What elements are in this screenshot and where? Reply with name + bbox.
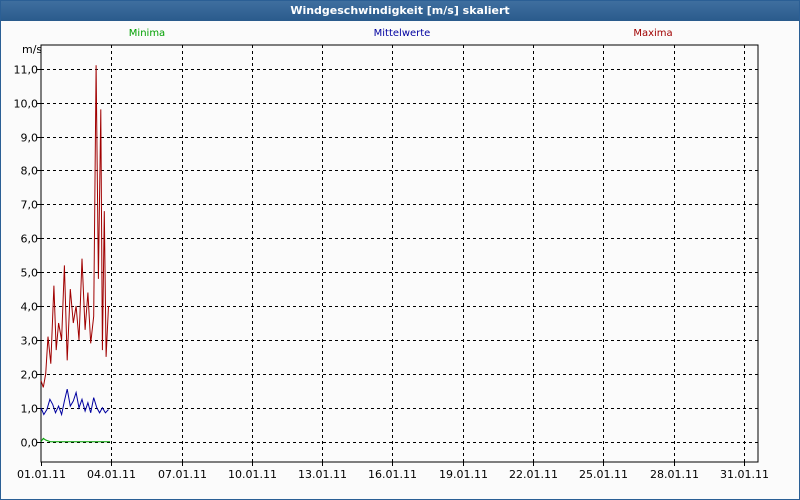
y-tick-label: 7,0 bbox=[21, 199, 39, 212]
legend-mittelwerte: Mittelwerte bbox=[374, 28, 431, 39]
x-tick-label: 19.01.11 bbox=[439, 468, 488, 481]
x-tick-label: 04.01.11 bbox=[87, 468, 136, 481]
y-tick-label: 4,0 bbox=[21, 301, 39, 314]
chart-title: Windgeschwindigkeit [m/s] skaliert bbox=[1, 1, 799, 21]
x-tick-label: 16.01.11 bbox=[368, 468, 417, 481]
series-line-maxima bbox=[40, 65, 109, 388]
series-lines bbox=[40, 65, 111, 443]
x-tick-label: 28.01.11 bbox=[650, 468, 699, 481]
series-line-minima bbox=[40, 437, 111, 443]
y-tick-label: 9,0 bbox=[21, 132, 39, 145]
y-tick-label: 8,0 bbox=[21, 165, 39, 178]
plot-area bbox=[40, 44, 759, 463]
x-tick-label: 25.01.11 bbox=[579, 468, 628, 481]
y-tick-label: 1,0 bbox=[21, 403, 39, 416]
legend: Minima Mittelwerte Maxima bbox=[129, 28, 673, 39]
y-tick-label: 3,0 bbox=[21, 335, 39, 348]
y-tick-label: 0,0 bbox=[21, 437, 39, 450]
y-axis-label: m/s bbox=[22, 43, 42, 56]
y-tick-label: 5,0 bbox=[21, 267, 39, 280]
x-tick-label: 31.01.11 bbox=[720, 468, 769, 481]
y-tick-label: 2,0 bbox=[21, 369, 39, 382]
x-tick-label: 13.01.11 bbox=[298, 468, 347, 481]
x-tick-label: 22.01.11 bbox=[509, 468, 558, 481]
x-tick-label: 01.01.11 bbox=[17, 468, 66, 481]
chart-window: Windgeschwindigkeit [m/s] skaliert 0,0 1,… bbox=[0, 0, 800, 500]
chart-canvas: 0,0 1,0 2,0 3,0 4,0 5,0 6,0 7,0 8,0 9,0 10,0 11,0 01… bbox=[14, 28, 769, 481]
legend-minima: Minima bbox=[129, 28, 165, 39]
y-tick-label: 11,0 bbox=[14, 64, 39, 77]
x-tick-label: 10.01.11 bbox=[228, 468, 277, 481]
legend-maxima: Maxima bbox=[633, 28, 672, 39]
y-tick-label: 10,0 bbox=[14, 98, 39, 111]
y-tick-label: 6,0 bbox=[21, 233, 39, 246]
grid-lines bbox=[41, 45, 758, 462]
series-line-mittelwerte bbox=[40, 388, 109, 417]
x-tick-label: 07.01.11 bbox=[158, 468, 207, 481]
